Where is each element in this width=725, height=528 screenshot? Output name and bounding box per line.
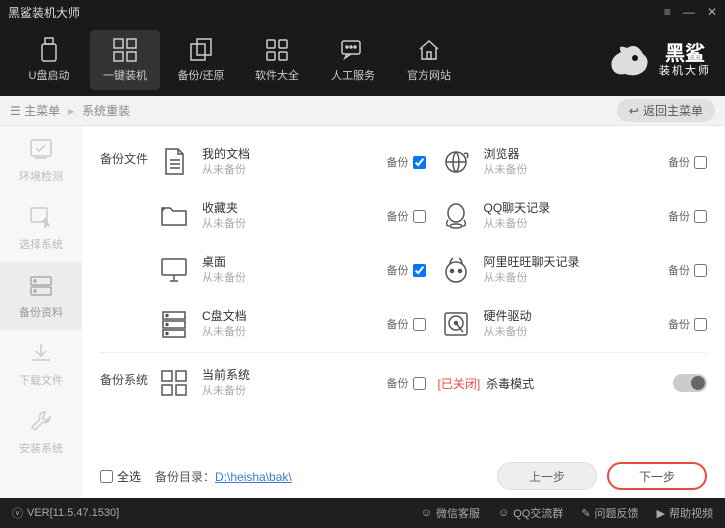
nav-service[interactable]: 人工服务 (318, 30, 388, 90)
close-icon[interactable]: ✕ (707, 5, 717, 19)
nav-software[interactable]: 软件大全 (242, 30, 312, 90)
breadcrumb: ☰ 主菜单 ▸ 系统重装 ↩ 返回主菜单 (0, 96, 725, 126)
item-favorites: 收藏夹从未备份 备份 (156, 192, 426, 240)
prev-button[interactable]: 上一步 (497, 462, 597, 490)
item-desktop: 桌面从未备份 备份 (156, 246, 426, 294)
item-browser: 浏览器从未备份 备份 (438, 138, 708, 186)
back-arrow-icon: ↩ (629, 104, 639, 118)
backup-dir: 备份目录：D:\heisha\bak\ (155, 468, 292, 485)
server-icon (156, 306, 192, 342)
side-install[interactable]: 安装系统 (0, 398, 82, 466)
select-all[interactable]: 全选 (100, 468, 141, 485)
nav-usb[interactable]: U盘启动 (14, 30, 84, 90)
virus-mode: [已关闭] 杀毒模式 (438, 359, 708, 407)
usb-icon (36, 37, 62, 63)
copy-icon (188, 37, 214, 63)
ie-icon (438, 144, 474, 180)
main-panel: 备份文件 我的文档从未备份 备份 浏览器从未备份 备份 收藏夹从未备份 备 (82, 126, 725, 498)
backup-checkbox[interactable]: 备份 (668, 262, 707, 278)
link-qq[interactable]: ☺ QQ交流群 (498, 505, 563, 521)
side-select-os[interactable]: 选择系统 (0, 194, 82, 262)
backup-data-icon (27, 272, 55, 300)
backup-dir-link[interactable]: D:\heisha\bak\ (215, 470, 292, 484)
item-current-system: 当前系统从未备份 备份 (156, 359, 426, 407)
folder-icon (156, 198, 192, 234)
hdd-icon (438, 306, 474, 342)
shark-icon (607, 40, 651, 80)
item-hardware: 硬件驱动从未备份 备份 (438, 300, 708, 348)
brand: 黑鲨 装机大师 (607, 40, 711, 80)
env-check-icon (27, 136, 55, 164)
windows-grid-icon (156, 365, 192, 401)
crumb-current: 系统重装 (82, 102, 130, 119)
apps-icon (264, 37, 290, 63)
top-nav: U盘启动 一键装机 备份/还原 软件大全 人工服务 官方网站 黑鲨 装机大师 (0, 24, 725, 96)
monitor-icon (156, 252, 192, 288)
minimize-icon[interactable]: ― (683, 5, 695, 19)
nav-website[interactable]: 官方网站 (394, 30, 464, 90)
backup-checkbox[interactable]: 备份 (668, 316, 707, 332)
backup-checkbox[interactable]: 备份 (668, 208, 707, 224)
backup-checkbox[interactable]: 备份 (387, 316, 426, 332)
item-my-documents: 我的文档从未备份 备份 (156, 138, 426, 186)
chat-icon (340, 37, 366, 63)
download-icon (27, 340, 55, 368)
item-cdrive: C盘文档从未备份 备份 (156, 300, 426, 348)
version: ⓥVER[11.5.47.1530] (12, 505, 119, 521)
backup-checkbox[interactable]: 备份 (387, 262, 426, 278)
backup-checkbox[interactable]: 备份 (387, 375, 426, 391)
link-feedback[interactable]: ✎ 问题反馈 (581, 505, 638, 521)
section-files-label: 备份文件 (100, 138, 156, 167)
qq-icon (438, 198, 474, 234)
statusbar: ⓥVER[11.5.47.1530] ☺ 微信客服 ☺ QQ交流群 ✎ 问题反馈… (0, 498, 725, 528)
next-button[interactable]: 下一步 (607, 462, 707, 490)
menu-icon[interactable]: ≡ (664, 5, 671, 19)
chevron-right-icon: ▸ (68, 104, 74, 118)
crumb-root[interactable]: 主菜单 (24, 102, 60, 119)
side-backup[interactable]: 备份资料 (0, 262, 82, 330)
link-wechat[interactable]: ☺ 微信客服 (421, 505, 480, 521)
backup-checkbox[interactable]: 备份 (387, 154, 426, 170)
section-system-label: 备份系统 (100, 359, 156, 388)
item-qq: QQ聊天记录从未备份 备份 (438, 192, 708, 240)
backup-checkbox[interactable]: 备份 (387, 208, 426, 224)
back-main-button[interactable]: ↩ 返回主菜单 (617, 99, 715, 122)
nav-backup[interactable]: 备份/还原 (166, 30, 236, 90)
link-help[interactable]: ▶ 帮助视频 (657, 505, 713, 521)
nav-oneclick[interactable]: 一键装机 (90, 30, 160, 90)
windows-icon (112, 37, 138, 63)
sidebar: 环境检测 选择系统 备份资料 下载文件 安装系统 (0, 126, 82, 498)
window-title: 黑鲨装机大师 (8, 4, 664, 21)
side-env[interactable]: 环境检测 (0, 126, 82, 194)
wangwang-icon (438, 252, 474, 288)
home-icon (416, 37, 442, 63)
item-aliww: 阿里旺旺聊天记录从未备份 备份 (438, 246, 708, 294)
titlebar: 黑鲨装机大师 ≡ ― ✕ (0, 0, 725, 24)
document-icon (156, 144, 192, 180)
cursor-icon (27, 204, 55, 232)
wrench-icon (27, 408, 55, 436)
virus-switch[interactable] (673, 374, 707, 392)
down-circle-icon: ⓥ (12, 505, 23, 521)
backup-checkbox[interactable]: 备份 (668, 154, 707, 170)
list-icon: ☰ (10, 104, 21, 118)
side-download[interactable]: 下载文件 (0, 330, 82, 398)
